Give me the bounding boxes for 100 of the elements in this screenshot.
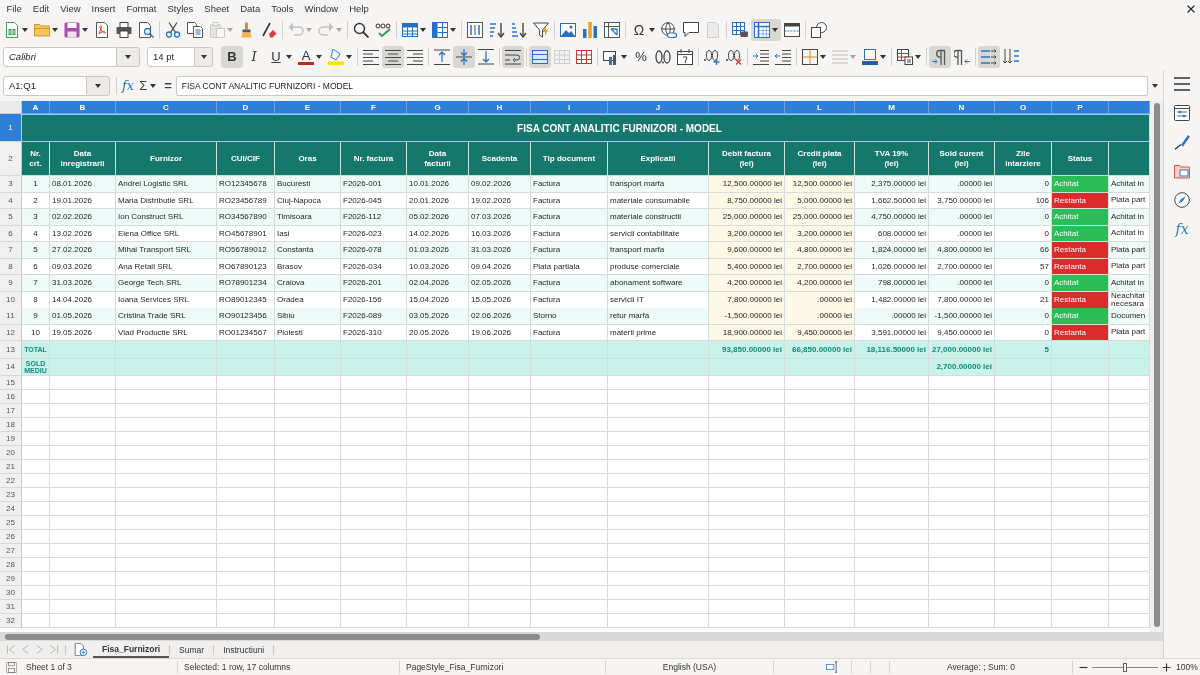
dropdown-button[interactable] [195,46,213,67]
compass-icon[interactable] [1174,192,1190,208]
caret-icon[interactable] [420,28,426,32]
caret-icon[interactable] [915,54,921,59]
menu-item[interactable]: Sheet [198,3,235,14]
caret-icon[interactable] [649,28,655,32]
horizontal-scrollbar[interactable] [0,632,1163,641]
rectangle-cursor-icon[interactable] [825,661,839,673]
plus-icon[interactable] [1162,662,1171,672]
column-letter[interactable]: H [469,101,531,114]
toolbar-button[interactable]: I [243,45,265,68]
row-number[interactable]: 16 [0,390,22,404]
row-number[interactable]: 3 [0,176,22,193]
row-number[interactable]: 30 [0,586,22,600]
column-letter[interactable]: C [116,101,217,114]
row-number[interactable]: 11 [0,308,22,325]
column-letter[interactable]: J [608,101,709,114]
menu-item[interactable]: Help [343,3,375,14]
caret-icon[interactable] [772,28,778,32]
row-number[interactable]: 26 [0,530,22,544]
folder-image-icon[interactable] [1174,163,1190,179]
toolbar-button[interactable]: % [630,45,652,68]
table-rows-icon[interactable] [402,22,418,38]
freeze-grid-icon[interactable] [754,22,770,38]
caret-icon[interactable] [621,54,627,59]
column-letter[interactable]: M [855,101,929,114]
menu-item[interactable]: Tools [265,3,299,14]
column-letter[interactable]: F [341,101,407,114]
close-icon[interactable] [1187,4,1195,13]
sheet-tab[interactable]: Sumar [170,641,214,658]
caret-icon[interactable] [346,54,352,59]
row-number[interactable]: 1 [0,114,22,142]
column-letter[interactable]: E [275,101,341,114]
row-number[interactable]: 25 [0,516,22,530]
caret-icon[interactable] [316,54,322,59]
menu-item[interactable]: Edit [27,3,55,14]
zoom-percent[interactable]: 100% [1176,662,1198,672]
column-letter[interactable]: G [407,101,469,114]
column-letter[interactable]: O [995,101,1052,114]
column-letter[interactable]: A [22,101,50,114]
column-letter[interactable]: D [217,101,275,114]
menu-item[interactable]: File [1,3,28,14]
table-columns-icon[interactable] [432,22,448,38]
caret-icon[interactable] [200,54,207,59]
toolbar-button[interactable]: Ω [628,19,658,41]
column-letter[interactable]: I [531,101,608,114]
dropdown-button[interactable] [117,46,140,67]
menu-item[interactable]: Styles [161,3,199,14]
formula-input[interactable]: FISA CONT ANALITIC FURNIZORI - MODEL [175,75,1148,96]
add-page-icon[interactable] [74,643,87,656]
caret-icon[interactable] [820,54,826,59]
row-number[interactable]: 20 [0,446,22,460]
caret-icon[interactable] [95,83,101,88]
brush-stroke-icon[interactable] [1174,134,1190,150]
caret-icon[interactable] [150,83,157,88]
row-number[interactable]: 21 [0,460,22,474]
toolbar-button[interactable]: U [265,45,295,68]
caret-icon[interactable] [880,54,886,59]
column-letter[interactable]: K [709,101,785,114]
toolbar-button[interactable]: B [221,45,243,68]
column-letter[interactable]: P [1052,101,1109,114]
row-number[interactable]: 22 [0,474,22,488]
scrollbar-thumb[interactable] [1153,103,1160,627]
row-number[interactable]: 31 [0,600,22,614]
font-size-field[interactable]: 14 pt [147,46,195,67]
row-number[interactable]: 5 [0,209,22,226]
row-number[interactable]: 13 [0,341,22,359]
formula-button[interactable]: = [164,78,172,93]
menu-item[interactable]: Data [234,3,266,14]
borders-icon[interactable] [802,48,818,65]
column-letter[interactable]: B [50,101,116,114]
row-number[interactable]: 7 [0,242,22,259]
column-letter[interactable]: L [785,101,855,114]
row-number[interactable]: 17 [0,404,22,418]
menu-item[interactable]: Insert [86,3,121,14]
language[interactable]: English (USA) [662,662,717,672]
row-number[interactable]: 29 [0,572,22,586]
row-number[interactable]: 18 [0,418,22,432]
row-number[interactable]: 2 [0,142,22,176]
highlighter-icon[interactable] [328,48,344,65]
caret-icon[interactable] [125,54,131,59]
sheet-tab[interactable]: Fisa_Furnizori [93,641,170,658]
row-number[interactable]: 24 [0,502,22,516]
conditional-format-icon[interactable] [897,48,913,65]
name-box-field[interactable]: A1:Q1 [3,75,87,96]
scrollbar-thumb[interactable] [5,633,540,640]
row-number[interactable]: 15 [0,376,22,390]
row-number[interactable]: 9 [0,275,22,292]
column-letter-cell[interactable] [1109,101,1150,114]
toolbar-button[interactable]: A [295,45,325,68]
function-wizard-button[interactable]: fx [122,78,135,93]
column-letter[interactable]: N [929,101,995,114]
menu-item[interactable]: Window [298,3,344,14]
menu-item[interactable]: Format [120,3,162,14]
border-color-icon[interactable] [862,48,878,65]
sheet-tab[interactable]: Instructiuni [214,641,274,658]
row-number[interactable]: 27 [0,544,22,558]
caret-icon[interactable] [82,28,88,32]
caret-icon[interactable] [1152,83,1158,88]
caret-icon[interactable] [286,54,292,59]
